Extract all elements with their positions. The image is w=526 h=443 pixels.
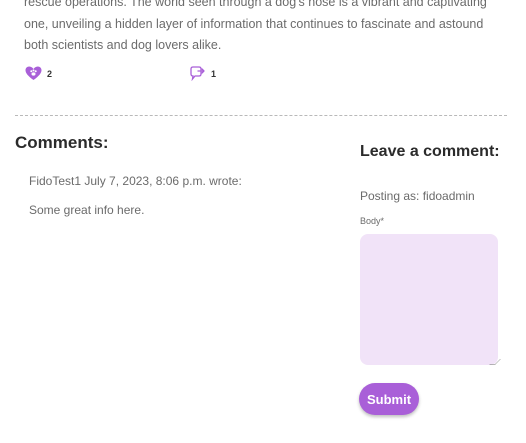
- posting-as: Posting as: fidoadmin: [360, 189, 475, 203]
- comments-title: Comments:: [15, 133, 109, 152]
- comment-date: July 7, 2023, 8:06 p.m. wrote:: [84, 174, 242, 188]
- post-text: rescue operations. The world seen throug…: [24, 0, 487, 52]
- like-button[interactable]: 2: [25, 66, 52, 81]
- share-bubble-icon: [189, 66, 206, 81]
- share-button[interactable]: 1: [189, 66, 216, 81]
- heart-paw-icon: [25, 66, 42, 81]
- comment-body-input[interactable]: [360, 234, 498, 365]
- leave-comment-title: Leave a comment:: [360, 143, 500, 160]
- comment-meta: FidoTest1 July 7, 2023, 8:06 p.m. wrote:: [29, 174, 242, 188]
- submit-button[interactable]: Submit: [359, 383, 419, 415]
- body-label: Body*: [360, 216, 385, 226]
- shares-count: 1: [211, 68, 217, 79]
- likes-count: 2: [47, 68, 53, 79]
- comment-author: FidoTest1: [29, 174, 82, 188]
- post-stats: 2 1: [25, 66, 265, 84]
- section-divider: [15, 115, 507, 116]
- comment-body: Some great info here.: [29, 203, 145, 217]
